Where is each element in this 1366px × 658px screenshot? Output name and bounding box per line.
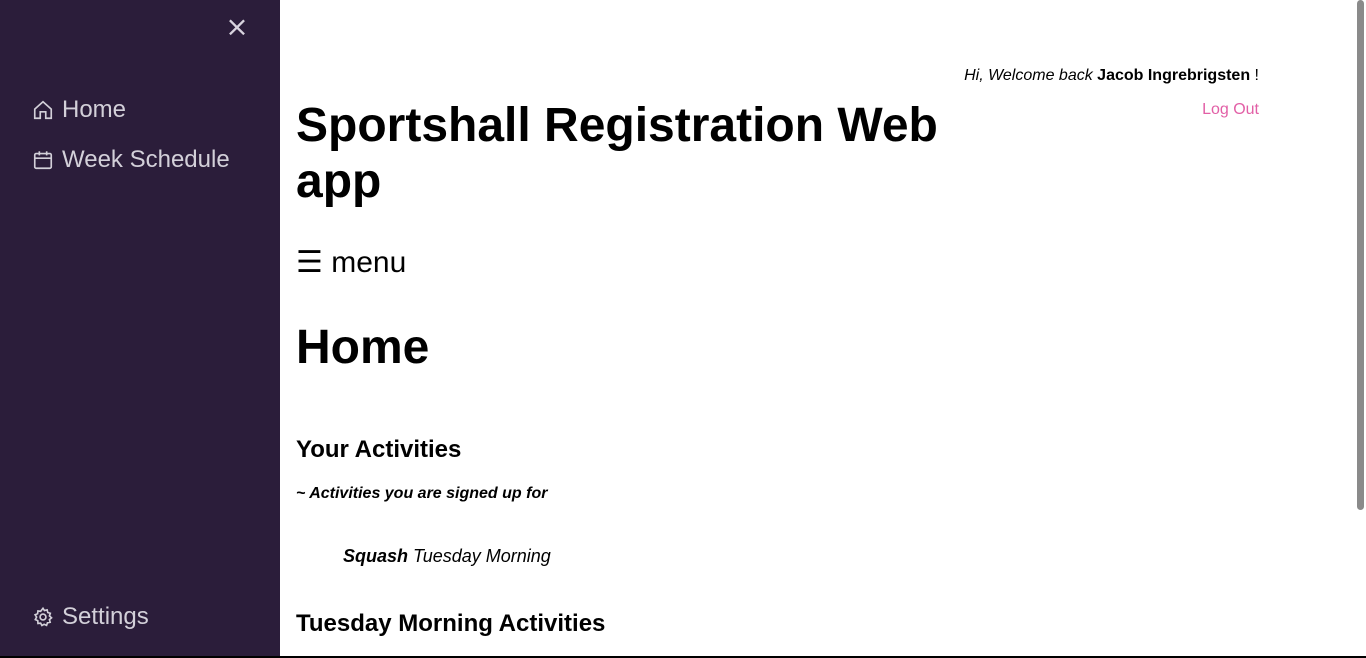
home-icon	[33, 100, 53, 120]
welcome-message: Hi, Welcome back Jacob Ingrebrigsten !	[964, 67, 1259, 85]
your-activities-heading: Your Activities	[296, 436, 462, 463]
close-sidebar-button[interactable]: ×	[224, 13, 250, 41]
main-content: Hi, Welcome back Jacob Ingrebrigsten ! L…	[280, 0, 1355, 658]
sidebar-item-label: Settings	[62, 603, 149, 630]
logout-link[interactable]: Log Out	[1202, 101, 1259, 119]
sidebar-item-label: Week Schedule	[62, 146, 230, 173]
sidebar-item-label: Home	[62, 96, 127, 123]
activity-item[interactable]: Squash Tuesday Morning	[343, 546, 551, 567]
gear-icon	[33, 606, 53, 627]
app-title: Sportshall Registration Web app	[296, 99, 938, 208]
username: Jacob Ingrebrigsten	[1097, 67, 1251, 84]
tuesday-morning-heading: Tuesday Morning Activities	[296, 610, 606, 637]
activities-subtitle: ~ Activities you are signed up for	[296, 485, 548, 502]
activity-time: Tuesday Morning	[413, 546, 551, 566]
menu-toggle-button[interactable]: ☰ menu	[296, 245, 406, 280]
page-title: Home	[296, 321, 430, 374]
hamburger-icon: ☰	[296, 245, 323, 280]
activity-name: Squash	[343, 546, 409, 566]
sidebar-item-settings[interactable]: Settings	[32, 603, 149, 631]
calendar-icon	[33, 151, 53, 170]
sidebar: × Home Week Schedule Settings	[0, 0, 280, 658]
sidebar-item-home[interactable]: Home	[32, 96, 126, 124]
greeting-text: Hi, Welcome back	[964, 67, 1093, 84]
greeting-exclaim: !	[1254, 67, 1259, 84]
scrollbar-thumb[interactable]	[1357, 0, 1364, 510]
vertical-scrollbar[interactable]	[1355, 0, 1366, 658]
menu-label: menu	[331, 246, 407, 279]
sidebar-item-week-schedule[interactable]: Week Schedule	[32, 146, 230, 174]
